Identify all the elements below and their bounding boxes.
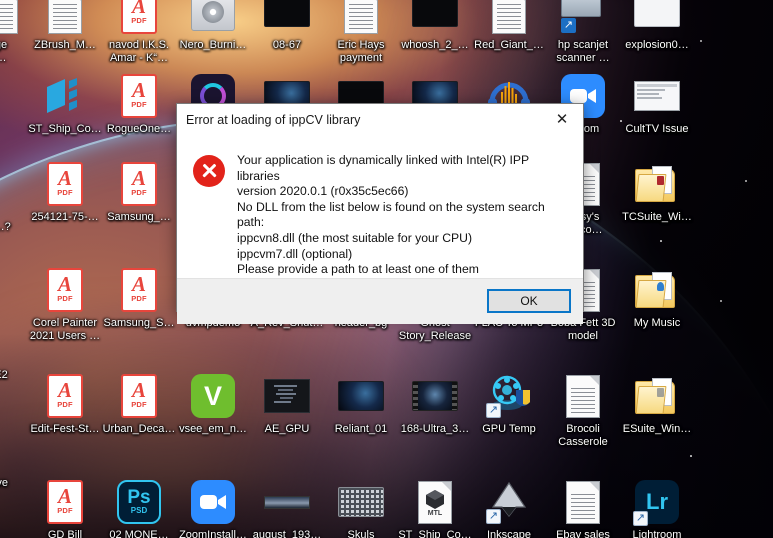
desktop-icon-label: Urban_Deca… <box>102 423 176 435</box>
desktop-icon[interactable]: explosion0… <box>614 0 700 52</box>
desktop-icon[interactable]: CultTV Issue <box>614 72 700 136</box>
desktop-icon-label: Samsung_S… <box>103 317 175 329</box>
folder-icon <box>633 372 681 420</box>
pdf-file-icon: A PDF <box>115 72 163 120</box>
desktop-icon-label: My Music <box>633 317 681 329</box>
desktop-icon-label: 02 MONE… <box>109 529 169 538</box>
inkscape-icon: ↗ <box>485 478 533 526</box>
folder-icon <box>633 160 681 208</box>
pdf-file-icon: A PDF <box>41 266 89 314</box>
zoom-app-icon <box>189 478 237 526</box>
desktop-icon-label: ZBrush_M… <box>34 39 96 51</box>
vsee-icon: V <box>189 372 237 420</box>
desktop-icon-label: ive <box>0 477 9 489</box>
lightroom-icon: Lr ↗ <box>633 478 681 526</box>
pdf-file-icon: A PDF <box>115 266 163 314</box>
desktop-icon[interactable]: ESuite_Win… <box>614 372 700 436</box>
gpu-temp-icon: ↗ <box>485 372 533 420</box>
desktop-icon-label: Skuls <box>347 529 375 538</box>
pdf-file-icon: A PDF <box>115 160 163 208</box>
panorama-thumbnail-icon <box>263 478 311 526</box>
desktop-icon-label: ST_Ship_Co… <box>28 123 102 135</box>
desktop-icon-label: ESuite_Win… <box>622 423 692 435</box>
desktop-icon-label: Nero_Burni… <box>179 39 247 51</box>
desktop-icon-label: 168-Ultra_3… <box>400 423 470 435</box>
desktop-icon-label: Brocoli Casserole <box>558 423 608 448</box>
pdf-file-icon: A PDF <box>115 0 163 36</box>
code-thumbnail-icon <box>263 372 311 420</box>
desktop-icon-label: i…? <box>0 221 11 233</box>
image-thumbnail-icon <box>633 0 681 36</box>
dialog-titlebar[interactable]: Error at loading of ippCV library ✕ <box>177 104 583 140</box>
photoshop-file-icon: Ps PSD <box>115 478 163 526</box>
desktop-icon-label: 08-67 <box>272 39 302 51</box>
desktop-icon-label: ZoomInstall… <box>179 529 247 538</box>
desktop-icon-label: Edit-Fest-St… <box>30 423 100 435</box>
pdf-file-icon: A PDF <box>41 478 89 526</box>
ok-button[interactable]: OK <box>487 289 571 314</box>
dialog-title: Error at loading of ippCV library <box>186 113 361 127</box>
desktop-icon-label: navod I.K.S. Amar - K“… <box>109 39 169 64</box>
desktop-icon-label: GD Bill <box>47 529 83 538</box>
desktop-icon-label: 254121-75-… <box>31 211 99 223</box>
text-document-icon <box>559 478 607 526</box>
text-document-icon <box>41 0 89 36</box>
nero-disc-icon <box>189 0 237 36</box>
dialog-message: Your application is dynamically linked w… <box>237 153 545 277</box>
skulls-thumbnail-icon <box>337 478 385 526</box>
mtl-file-icon: MTL <box>411 478 459 526</box>
desktop-icon-label: august_193… <box>252 529 322 538</box>
desktop-icon-label: explosion0… <box>625 39 689 51</box>
desktop-icon-label: RogueOne… <box>106 123 172 135</box>
text-document-icon <box>485 0 533 36</box>
desktop-icon-label: Eric Hays payment <box>337 39 385 64</box>
desktop-icon-label: AE_GPU <box>264 423 310 435</box>
desktop-icon-label: vsee_em_n… <box>179 423 247 435</box>
sketchup-icon <box>41 72 89 120</box>
desktop-icon-label: hp scanjet scanner … <box>556 39 610 64</box>
desktop-icon[interactable]: Lr ↗ Lightroom <box>614 478 700 538</box>
desktop-icon-label: ST_Ship_Co… <box>398 529 472 538</box>
desktop-icon-label: TCSuite_Wi… <box>622 211 692 223</box>
screenshot-thumbnail-icon <box>633 72 681 120</box>
desktop-icon-label: Corel Painter 2021 Users … <box>29 317 101 342</box>
dialog-body: Your application is dynamically linked w… <box>177 140 583 278</box>
image-thumbnail-icon <box>337 372 385 420</box>
desktop-icon[interactable]: A PDF Samsung_… <box>96 160 182 224</box>
text-document-icon <box>337 0 385 36</box>
desktop-icon-label: ge … <box>0 39 8 64</box>
pdf-file-icon: A PDF <box>115 372 163 420</box>
error-icon <box>193 155 225 187</box>
desktop-icon[interactable]: My Music <box>614 266 700 330</box>
film-thumbnail-icon <box>411 372 459 420</box>
text-document-icon <box>559 372 607 420</box>
image-thumbnail-icon <box>411 0 459 36</box>
desktop-icon-label: whoosh_2_… <box>401 39 469 51</box>
desktop-icon-label: Red_Giant_… <box>474 39 544 51</box>
error-dialog[interactable]: Error at loading of ippCV library ✕ Your… <box>176 103 584 324</box>
desktop-icon-label: Lightroom <box>632 529 682 538</box>
image-thumbnail-icon <box>263 0 311 36</box>
pdf-file-icon: A PDF <box>41 160 89 208</box>
desktop-icon[interactable]: TCSuite_Wi… <box>614 160 700 224</box>
hp-scanjet-shortcut-icon: ↗ <box>559 0 607 36</box>
desktop-icon-label: E2 <box>0 369 8 381</box>
desktop-icon-label: CultTV Issue <box>625 123 689 135</box>
close-icon[interactable]: ✕ <box>541 104 583 134</box>
folder-icon <box>633 266 681 314</box>
dialog-footer: OK <box>177 277 583 324</box>
desktop-icon-label: GPU Temp <box>482 423 536 435</box>
desktop-icon-label: Reliant_01 <box>334 423 388 435</box>
pdf-file-icon: A PDF <box>41 372 89 420</box>
desktop-icon-label: Samsung_… <box>107 211 171 223</box>
desktop-icon-label: Inkscape <box>486 529 532 538</box>
desktop[interactable]: ge … ZBrush_M… APDF navod I.K.S. Amar - K“…… <box>0 0 773 538</box>
desktop-icon-label: Ebay sales <box>556 529 610 538</box>
